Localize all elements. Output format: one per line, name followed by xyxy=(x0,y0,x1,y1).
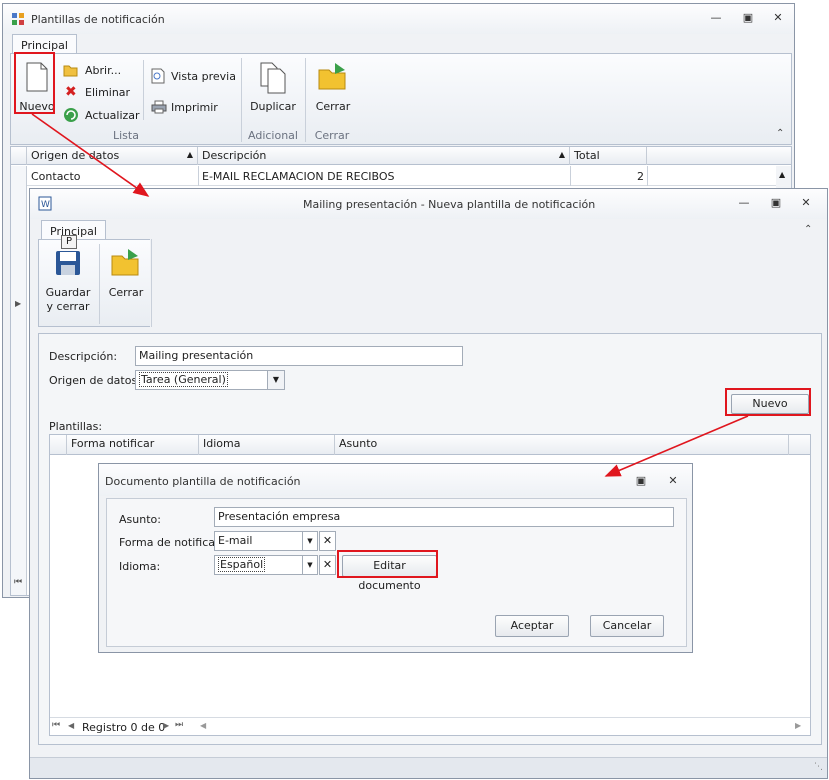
annotation-arrows xyxy=(31,113,749,477)
arrow-nuevo-to-window xyxy=(31,113,150,197)
arrow-nuevo-to-dialog xyxy=(604,415,749,477)
